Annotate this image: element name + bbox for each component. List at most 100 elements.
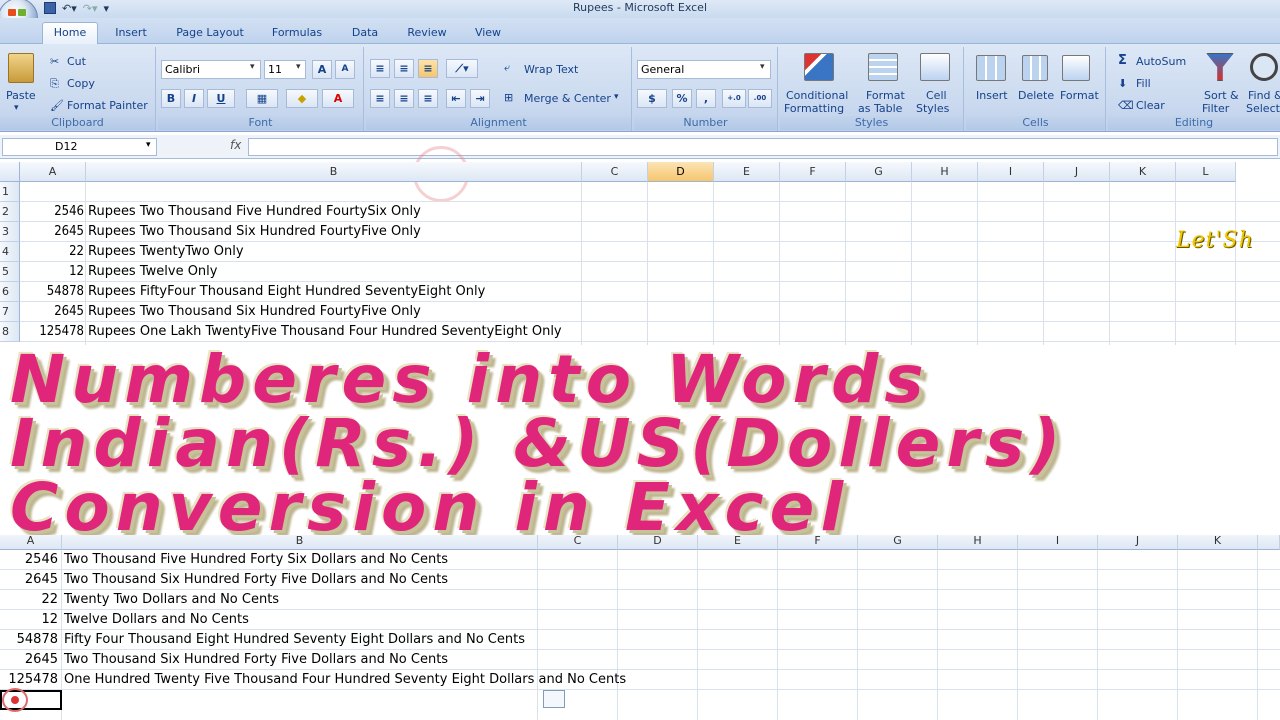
cell-styles-button-line2[interactable]: Styles bbox=[916, 102, 949, 115]
font-color-icon[interactable]: A bbox=[322, 89, 354, 108]
cell-a[interactable]: 12 bbox=[20, 262, 86, 282]
insert-cells-button[interactable]: Insert bbox=[976, 89, 1008, 102]
row-header[interactable]: 2 bbox=[0, 202, 20, 222]
comma-button[interactable]: , bbox=[696, 89, 716, 108]
cell-b[interactable]: Rupees Two Thousand Five Hundred FourtyS… bbox=[88, 202, 421, 222]
cell-b[interactable]: One Hundred Twenty Five Thousand Four Hu… bbox=[64, 670, 626, 690]
column-header-a[interactable]: A bbox=[20, 162, 86, 182]
paste-icon[interactable] bbox=[8, 53, 34, 83]
number-format-select[interactable]: General bbox=[637, 60, 771, 79]
format-cells-button[interactable]: Format bbox=[1060, 89, 1099, 102]
increase-indent-icon[interactable]: ⇥ bbox=[470, 89, 490, 108]
row-header[interactable]: 5 bbox=[0, 262, 20, 282]
formula-input[interactable] bbox=[248, 138, 1278, 156]
bold-button[interactable]: B bbox=[161, 89, 181, 108]
cell-a[interactable]: 2645 bbox=[0, 650, 60, 670]
customize-qat-icon[interactable]: ▾ bbox=[104, 2, 110, 15]
shrink-font-button[interactable]: A bbox=[335, 60, 355, 79]
tab-data[interactable]: Data bbox=[344, 23, 386, 43]
cell-b[interactable]: Rupees Twelve Only bbox=[88, 262, 217, 282]
redo-icon[interactable]: ↷▾ bbox=[83, 2, 98, 15]
name-box[interactable]: D12 bbox=[2, 138, 157, 156]
column-header-h[interactable]: H bbox=[912, 162, 978, 182]
format-as-table-button[interactable]: Format bbox=[866, 89, 905, 102]
align-center-icon[interactable]: ≡ bbox=[394, 89, 414, 108]
cut-button[interactable]: Cut bbox=[67, 55, 86, 68]
cell-b[interactable]: Rupees Two Thousand Six Hundred FourtyFi… bbox=[88, 302, 421, 322]
format-as-table-button-line2[interactable]: as Table bbox=[858, 102, 902, 115]
cell-b[interactable]: Two Thousand Six Hundred Forty Five Doll… bbox=[64, 570, 448, 590]
cell-a[interactable]: 12 bbox=[0, 610, 60, 630]
cell-b[interactable]: Rupees TwentyTwo Only bbox=[88, 242, 244, 262]
increase-decimal-icon[interactable]: +.0 bbox=[722, 89, 746, 108]
cell-styles-button[interactable]: Cell bbox=[926, 89, 947, 102]
insert-function-icon[interactable]: fx bbox=[230, 138, 241, 152]
copy-button[interactable]: Copy bbox=[67, 77, 95, 90]
percent-button[interactable]: % bbox=[672, 89, 692, 108]
row-header[interactable]: 6 bbox=[0, 282, 20, 302]
row-header[interactable]: 8 bbox=[0, 322, 20, 342]
align-left-icon[interactable]: ≡ bbox=[370, 89, 390, 108]
number-format-dropdown-icon[interactable]: ▾ bbox=[760, 62, 765, 72]
column-header-k[interactable]: K bbox=[1110, 162, 1176, 182]
undo-icon[interactable]: ↶▾ bbox=[62, 2, 77, 15]
tab-home[interactable]: Home bbox=[42, 22, 98, 44]
conditional-formatting-button[interactable]: Conditional bbox=[786, 89, 848, 102]
align-top-icon[interactable]: ≡ bbox=[370, 59, 390, 78]
cell-a[interactable]: 125478 bbox=[20, 322, 86, 342]
borders-icon[interactable]: ▦ bbox=[246, 89, 278, 108]
align-right-icon[interactable]: ≡ bbox=[418, 89, 438, 108]
sort-filter-button[interactable]: Sort & bbox=[1204, 89, 1239, 102]
row-header[interactable]: 3 bbox=[0, 222, 20, 242]
paste-options-icon[interactable] bbox=[543, 690, 565, 708]
column-header-c[interactable]: C bbox=[582, 162, 648, 182]
cell-a[interactable]: 2645 bbox=[20, 222, 86, 242]
delete-cells-button[interactable]: Delete bbox=[1018, 89, 1054, 102]
name-box-dropdown-icon[interactable]: ▾ bbox=[146, 140, 151, 150]
merge-dropdown-icon[interactable]: ▾ bbox=[614, 92, 619, 102]
tab-view[interactable]: View bbox=[466, 23, 510, 43]
cell-b[interactable]: Rupees One Lakh TwentyFive Thousand Four… bbox=[88, 322, 562, 342]
cell-a[interactable]: 2645 bbox=[0, 570, 60, 590]
font-name-select[interactable]: Calibri bbox=[161, 60, 261, 79]
decrease-decimal-icon[interactable]: .00 bbox=[748, 89, 772, 108]
column-header-g[interactable]: G bbox=[846, 162, 912, 182]
find-select-button[interactable]: Find & bbox=[1248, 89, 1280, 102]
decrease-indent-icon[interactable]: ⇤ bbox=[446, 89, 466, 108]
orientation-icon[interactable]: ⟋▾ bbox=[446, 59, 478, 78]
cell-a[interactable]: 2546 bbox=[0, 550, 60, 570]
cell-b[interactable]: Two Thousand Five Hundred Forty Six Doll… bbox=[64, 550, 448, 570]
cell-a[interactable]: 2645 bbox=[20, 302, 86, 322]
cell-a[interactable]: 22 bbox=[20, 242, 86, 262]
paste-button[interactable]: Paste bbox=[6, 89, 36, 102]
column-header-f[interactable]: F bbox=[780, 162, 846, 182]
align-bottom-icon[interactable]: ≡ bbox=[418, 59, 438, 78]
column-header-d[interactable]: D bbox=[648, 162, 714, 182]
row-header[interactable]: 1 bbox=[0, 182, 20, 202]
cell-b[interactable]: Twenty Two Dollars and No Cents bbox=[64, 590, 279, 610]
find-select-button-line2[interactable]: Select bbox=[1246, 102, 1280, 115]
cell-a[interactable]: 125478 bbox=[0, 670, 60, 690]
tab-insert[interactable]: Insert bbox=[108, 23, 154, 43]
cell-a[interactable]: 22 bbox=[0, 590, 60, 610]
align-middle-icon[interactable]: ≡ bbox=[394, 59, 414, 78]
italic-button[interactable]: I bbox=[184, 89, 204, 108]
tab-page-layout[interactable]: Page Layout bbox=[172, 23, 248, 43]
conditional-formatting-button-line2[interactable]: Formatting bbox=[784, 102, 844, 115]
grow-font-button[interactable]: A bbox=[312, 60, 332, 79]
cell-a[interactable]: 54878 bbox=[0, 630, 60, 650]
tab-review[interactable]: Review bbox=[400, 23, 454, 43]
currency-button[interactable]: $ bbox=[637, 89, 667, 108]
font-size-dropdown-icon[interactable]: ▾ bbox=[296, 62, 301, 72]
column-header-b[interactable]: B bbox=[86, 162, 582, 182]
sort-filter-button-line2[interactable]: Filter bbox=[1202, 102, 1229, 115]
fill-button[interactable]: Fill bbox=[1136, 77, 1151, 90]
cell-b[interactable]: Rupees FiftyFour Thousand Eight Hundred … bbox=[88, 282, 485, 302]
clear-button[interactable]: Clear bbox=[1136, 99, 1165, 112]
row-header[interactable]: 4 bbox=[0, 242, 20, 262]
column-header-i[interactable]: I bbox=[978, 162, 1044, 182]
fill-color-icon[interactable]: ◆ bbox=[286, 89, 318, 108]
cell-a[interactable]: 54878 bbox=[20, 282, 86, 302]
cell-b[interactable]: Twelve Dollars and No Cents bbox=[64, 610, 249, 630]
cell-a[interactable]: 2546 bbox=[20, 202, 86, 222]
